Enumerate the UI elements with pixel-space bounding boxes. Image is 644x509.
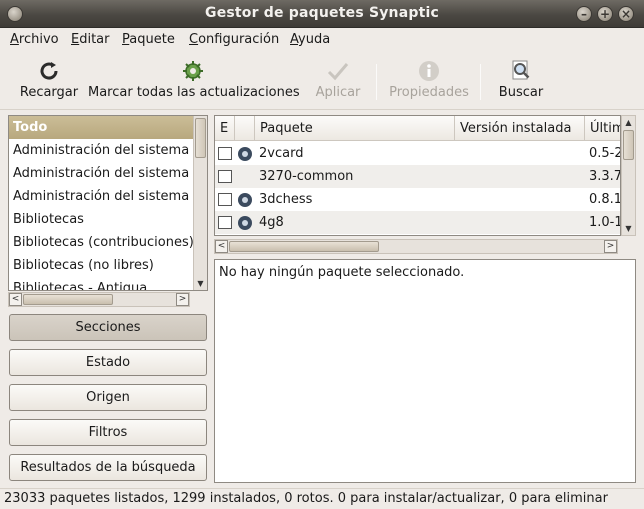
section-item[interactable]: Bibliotecas (contribuciones) <box>9 231 193 254</box>
column-header-package[interactable]: Paquete <box>255 116 455 141</box>
reload-icon <box>40 62 58 80</box>
ubuntu-support-icon <box>238 193 252 207</box>
mark-all-upgrades-button[interactable]: Marcar todas las actualizaciones <box>88 52 300 108</box>
synaptic-window: Gestor de paquetes Synaptic – + × Archiv… <box>0 0 644 509</box>
info-icon <box>419 61 439 81</box>
package-list[interactable]: E Paquete Versión instalada Últim 2vcard… <box>214 115 621 236</box>
reload-button[interactable]: Recargar <box>14 52 84 108</box>
menu-ayuda[interactable]: Ayuda <box>290 32 330 47</box>
ubuntu-support-icon <box>238 216 252 230</box>
section-item[interactable]: Bibliotecas (no libres) <box>9 254 193 277</box>
column-header-installed-version[interactable]: Versión instalada <box>455 116 585 141</box>
status-checkbox[interactable] <box>218 147 232 160</box>
package-name: 2vcard <box>259 146 304 161</box>
section-item[interactable]: Administración del sistema <box>9 162 193 185</box>
latest-version: 0.8.1 <box>589 192 621 207</box>
packages-vertical-scrollbar[interactable]: ▲ ▼ <box>621 115 636 236</box>
window-title: Gestor de paquetes Synaptic <box>205 5 439 21</box>
scroll-down-arrow-icon[interactable]: ▼ <box>194 279 207 288</box>
menu-archivo[interactable]: Archivo <box>10 32 59 47</box>
search-results-button[interactable]: Resultados de la búsqueda <box>9 454 207 481</box>
column-header-support[interactable] <box>235 116 255 141</box>
column-header-status[interactable]: E <box>215 116 235 141</box>
status-checkbox[interactable] <box>218 170 232 183</box>
scroll-right-arrow-icon[interactable]: > <box>176 293 189 306</box>
table-row[interactable]: 3270-common 3.3.7 <box>215 165 621 188</box>
menu-bar: Archivo Editar Paquete Configuración Ayu… <box>0 28 644 52</box>
column-header-latest-version[interactable]: Últim <box>585 116 620 141</box>
latest-version: 0.5-2 <box>589 146 621 161</box>
scroll-left-arrow-icon[interactable]: < <box>9 293 22 306</box>
details-text: No hay ningún paquete seleccionado. <box>219 265 465 280</box>
scroll-down-arrow-icon[interactable]: ▼ <box>622 224 635 233</box>
menu-editar[interactable]: Editar <box>71 32 110 47</box>
scrollbar-thumb[interactable] <box>623 130 634 160</box>
apply-button[interactable]: Aplicar <box>310 52 366 108</box>
sections-filter-button[interactable]: Secciones <box>9 314 207 341</box>
table-row[interactable]: 2vcard 0.5-2 <box>215 142 621 165</box>
maximize-button[interactable]: + <box>597 6 613 22</box>
toolbar: Recargar Marcar todas las actualizacione… <box>0 52 644 110</box>
checkmark-icon <box>327 63 349 81</box>
toolbar-separator <box>480 64 481 100</box>
scroll-up-arrow-icon[interactable]: ▲ <box>622 118 635 127</box>
search-button[interactable]: Buscar <box>492 52 550 108</box>
packages-horizontal-scrollbar[interactable]: < > <box>214 239 618 254</box>
status-checkbox[interactable] <box>218 216 232 229</box>
scrollbar-thumb[interactable] <box>23 294 113 305</box>
scrollbar-thumb[interactable] <box>229 241 379 252</box>
status-filter-button[interactable]: Estado <box>9 349 207 376</box>
search-icon <box>512 60 530 80</box>
sections-horizontal-scrollbar[interactable]: < > <box>8 292 190 307</box>
latest-version: 3.3.7 <box>589 169 621 184</box>
status-checkbox[interactable] <box>218 193 232 206</box>
menu-configuracion[interactable]: Configuración <box>189 32 279 47</box>
title-bar[interactable]: Gestor de paquetes Synaptic – + × <box>0 0 644 28</box>
section-item[interactable]: Bibliotecas <box>9 208 193 231</box>
scroll-left-arrow-icon[interactable]: < <box>215 240 228 253</box>
table-row[interactable]: 4g8 1.0-1 <box>215 211 621 234</box>
package-name: 3270-common <box>259 169 354 184</box>
ubuntu-support-icon <box>238 147 252 161</box>
toolbar-separator <box>376 64 377 100</box>
package-name: 4g8 <box>259 215 284 230</box>
section-item[interactable]: Todo <box>9 116 193 139</box>
table-row[interactable]: 3dchess 0.8.1 <box>215 188 621 211</box>
package-details-pane: No hay ningún paquete seleccionado. <box>214 259 636 483</box>
section-item[interactable]: Bibliotecas - Antigua <box>9 277 193 290</box>
close-button[interactable]: × <box>618 6 634 22</box>
latest-version: 1.0-1 <box>589 215 621 230</box>
menu-paquete[interactable]: Paquete <box>122 32 175 47</box>
scroll-right-arrow-icon[interactable]: > <box>604 240 617 253</box>
package-name: 3dchess <box>259 192 313 207</box>
origin-filter-button[interactable]: Origen <box>9 384 207 411</box>
scrollbar-thumb[interactable] <box>195 118 206 158</box>
section-item[interactable]: Administración del sistema <box>9 139 193 162</box>
custom-filters-button[interactable]: Filtros <box>9 419 207 446</box>
status-bar: 23033 paquetes listados, 1299 instalados… <box>0 488 644 509</box>
minimize-button[interactable]: – <box>576 6 592 22</box>
section-item[interactable]: Administración del sistema <box>9 185 193 208</box>
gears-icon <box>183 61 203 81</box>
sections-list[interactable]: Todo Administración del sistema Administ… <box>8 115 208 291</box>
sections-vertical-scrollbar[interactable]: ▼ <box>193 116 207 290</box>
properties-button[interactable]: Propiedades <box>386 52 472 108</box>
